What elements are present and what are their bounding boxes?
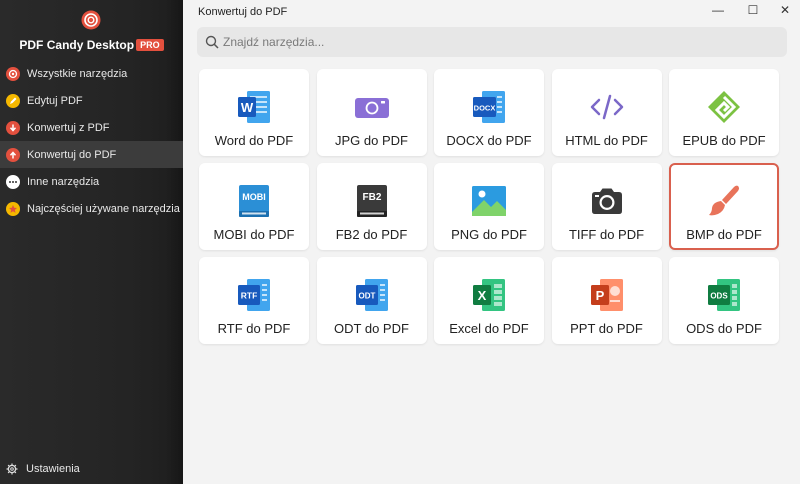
tool-png-to-pdf[interactable]: PNG do PDF <box>434 163 544 250</box>
html-icon <box>587 87 627 127</box>
sidebar-item-label: Inne narzędzia <box>27 175 100 188</box>
maximize-icon: ☐ <box>747 3 759 17</box>
window-title: Konwertuj do PDF <box>198 6 288 18</box>
arrow-up-icon <box>6 147 20 162</box>
tool-odt-to-pdf[interactable]: ODT ODT do PDF <box>316 257 427 344</box>
settings-button[interactable]: Ustawienia <box>6 463 80 475</box>
tool-mobi-to-pdf[interactable]: MOBI MOBI do PDF <box>199 163 309 250</box>
ppt-icon-letter: P <box>595 288 604 303</box>
docx-icon: DOCX <box>469 87 509 127</box>
odt-icon-label: ODT <box>358 292 375 301</box>
brand-name: PDF Candy Desktop <box>19 38 135 52</box>
search-bar[interactable] <box>197 27 787 57</box>
ods-icon: ODS <box>704 275 744 315</box>
tool-label: PPT do PDF <box>570 321 643 336</box>
sidebar-item-edit-pdf[interactable]: Edytuj PDF <box>0 87 183 114</box>
word-icon: W <box>234 87 274 127</box>
tool-label: Word do PDF <box>214 133 294 148</box>
epub-icon <box>704 87 744 127</box>
tool-label: MOBI do PDF <box>213 227 295 242</box>
excel-icon-letter: X <box>478 288 487 303</box>
tool-label: ODT do PDF <box>334 321 409 336</box>
target-icon <box>6 66 20 81</box>
close-button[interactable]: ✕ <box>767 0 800 20</box>
close-icon: ✕ <box>779 3 791 17</box>
sidebar-item-most-used[interactable]: Najczęściej używane narzędzia <box>0 195 183 222</box>
tool-excel-to-pdf[interactable]: X Excel do PDF <box>434 257 544 344</box>
tool-label: ODS do PDF <box>686 321 762 336</box>
search-input[interactable] <box>223 35 763 49</box>
tool-label: PNG do PDF <box>451 227 527 242</box>
sidebar-item-all-tools[interactable]: Wszystkie narzędzia <box>0 60 183 87</box>
tool-label: BMP do PDF <box>686 227 762 242</box>
tool-label: RTF do PDF <box>217 321 291 336</box>
sidebar-item-label: Konwertuj do PDF <box>27 148 117 161</box>
camera-icon <box>587 181 627 221</box>
odt-icon: ODT <box>352 275 392 315</box>
tool-ppt-to-pdf[interactable]: P PPT do PDF <box>551 257 662 344</box>
tool-docx-to-pdf[interactable]: DOCX DOCX do PDF <box>434 69 544 156</box>
ppt-icon: P <box>587 275 627 315</box>
tool-label: Excel do PDF <box>449 321 529 336</box>
maximize-button[interactable]: ☐ <box>735 0 771 20</box>
brush-icon <box>704 181 744 221</box>
tool-label: JPG do PDF <box>335 133 408 148</box>
tool-rtf-to-pdf[interactable]: RTF RTF do PDF <box>199 257 309 344</box>
arrow-down-icon <box>6 120 20 135</box>
excel-icon: X <box>469 275 509 315</box>
sidebar-item-label: Edytuj PDF <box>27 94 83 107</box>
tool-label: EPUB do PDF <box>682 133 766 148</box>
docx-icon-label: DOCX <box>474 104 496 113</box>
tool-label: HTML do PDF <box>565 133 648 148</box>
rtf-icon-label: RTF <box>241 291 258 301</box>
sidebar-item-label: Konwertuj z PDF <box>27 121 110 134</box>
settings-label: Ustawienia <box>26 463 80 475</box>
sidebar-item-convert-to-pdf[interactable]: Konwertuj do PDF <box>0 141 183 168</box>
tool-label: DOCX do PDF <box>446 133 532 148</box>
sidebar-item-convert-from-pdf[interactable]: Konwertuj z PDF <box>0 114 183 141</box>
tool-word-to-pdf[interactable]: W Word do PDF <box>199 69 309 156</box>
pdf-candy-logo-icon <box>81 10 101 30</box>
minimize-icon: — <box>712 3 724 17</box>
rtf-icon: RTF <box>234 275 274 315</box>
tool-label: FB2 do PDF <box>335 227 408 242</box>
tool-jpg-to-pdf[interactable]: JPG do PDF <box>316 69 427 156</box>
word-icon-letter: W <box>241 100 254 115</box>
more-icon <box>6 174 20 189</box>
brand-title: PDF Candy Desktop PRO <box>0 38 183 52</box>
search-icon <box>205 35 219 49</box>
sidebar-nav: Wszystkie narzędzia Edytuj PDF Konwertuj… <box>0 60 183 222</box>
sidebar-item-label: Najczęściej używane narzędzia <box>27 202 180 215</box>
gear-icon <box>6 463 18 475</box>
tool-bmp-to-pdf[interactable]: BMP do PDF <box>669 163 779 250</box>
mobi-icon: MOBI <box>234 181 274 221</box>
sidebar: PDF Candy Desktop PRO Wszystkie narzędzia… <box>0 0 183 484</box>
sidebar-item-other-tools[interactable]: Inne narzędzia <box>0 168 183 195</box>
png-icon <box>469 181 509 221</box>
fb2-icon-label: FB2 <box>362 192 381 203</box>
mobi-icon-label: MOBI <box>242 192 266 202</box>
main-panel: Konwertuj do PDF — ☐ ✕ W <box>183 0 800 484</box>
tool-tiff-to-pdf[interactable]: TIFF do PDF <box>551 163 662 250</box>
title-bar: Konwertuj do PDF — ☐ ✕ <box>183 0 800 24</box>
ods-icon-label: ODS <box>710 292 728 301</box>
tools-grid: W Word do PDF JPG do PDF DOCX DOCX do PD… <box>199 69 787 344</box>
tool-label: TIFF do PDF <box>568 227 645 242</box>
tool-html-to-pdf[interactable]: HTML do PDF <box>551 69 662 156</box>
jpg-icon <box>352 87 392 127</box>
tool-epub-to-pdf[interactable]: EPUB do PDF <box>669 69 779 156</box>
pencil-icon <box>6 93 20 108</box>
minimize-button[interactable]: — <box>700 0 736 20</box>
tool-ods-to-pdf[interactable]: ODS ODS do PDF <box>669 257 779 344</box>
star-icon <box>6 201 20 216</box>
sidebar-item-label: Wszystkie narzędzia <box>27 67 128 80</box>
tool-fb2-to-pdf[interactable]: FB2 FB2 do PDF <box>316 163 427 250</box>
pro-badge: PRO <box>136 39 164 51</box>
fb2-icon: FB2 <box>352 181 392 221</box>
